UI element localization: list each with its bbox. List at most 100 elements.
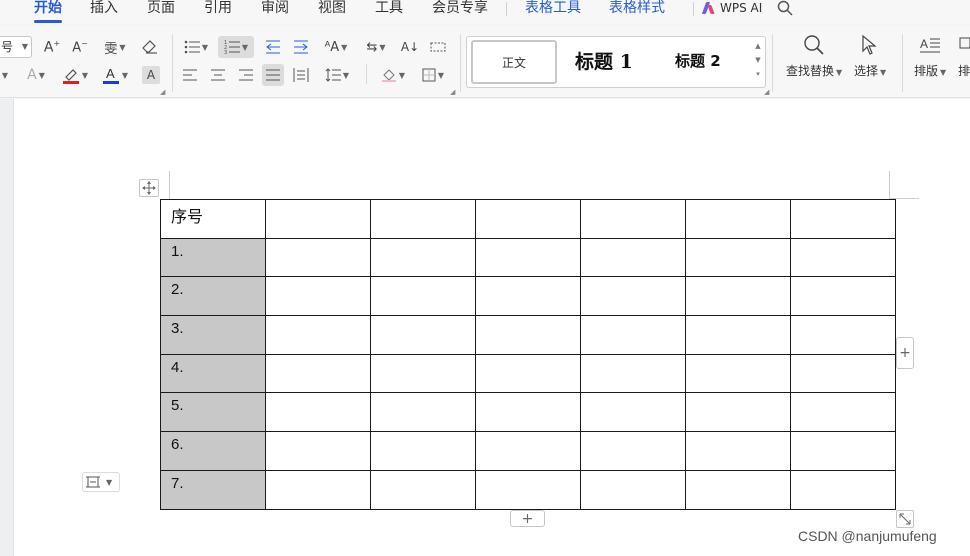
style-normal[interactable]: 正文: [471, 40, 557, 84]
text-direction-button[interactable]: ⇆ ▼: [362, 36, 390, 58]
table-cell[interactable]: [685, 199, 791, 239]
table-cell[interactable]: [685, 392, 791, 433]
table-cell[interactable]: [370, 276, 476, 317]
add-row-button[interactable]: +: [510, 510, 545, 527]
tab-insert[interactable]: 插入: [90, 0, 118, 24]
table-cell[interactable]: [580, 353, 686, 394]
table-cell[interactable]: [580, 469, 686, 510]
table-cell[interactable]: [580, 199, 686, 239]
char-shading-button[interactable]: A: [142, 66, 160, 84]
tab-page[interactable]: 页面: [147, 0, 175, 24]
arrange-button[interactable]: 排: [958, 34, 970, 79]
change-case-button[interactable]: ᴬA ▼: [320, 36, 352, 58]
increase-indent-button[interactable]: [292, 36, 310, 58]
tab-references[interactable]: 引用: [204, 0, 232, 24]
table-move-handle[interactable]: [139, 179, 159, 197]
clear-format-button[interactable]: [140, 36, 160, 58]
add-column-button[interactable]: +: [896, 337, 914, 369]
table-cell[interactable]: [370, 469, 476, 510]
tab-view[interactable]: 视图: [318, 0, 346, 24]
table-cell[interactable]: [265, 315, 371, 355]
table-cell[interactable]: [580, 431, 686, 471]
more-icon[interactable]: ▾: [753, 67, 763, 81]
font-dialog-launcher-icon[interactable]: ◢: [160, 88, 165, 96]
table-cell[interactable]: [790, 431, 896, 471]
styles-dialog-launcher-icon[interactable]: ◢: [764, 88, 769, 96]
table-cell[interactable]: [790, 315, 896, 355]
table-cell[interactable]: [370, 392, 476, 433]
data-table[interactable]: 序号 1. 2. 3. 4. 5. 6. 7.: [160, 199, 896, 510]
layout-button[interactable]: A 排版 ▼: [914, 34, 946, 79]
table-cell[interactable]: [580, 315, 686, 355]
align-center-button[interactable]: [210, 64, 226, 86]
table-cell[interactable]: [685, 237, 791, 278]
table-cell-number[interactable]: 6.: [160, 431, 266, 471]
table-cell-number[interactable]: 1.: [160, 237, 266, 278]
tab-member[interactable]: 会员专享: [432, 0, 488, 24]
distribute-button[interactable]: [292, 64, 310, 86]
table-cell[interactable]: [790, 353, 896, 394]
wps-ai-button[interactable]: WPS AI: [702, 0, 762, 16]
table-cell[interactable]: [685, 469, 791, 510]
table-cell[interactable]: [475, 469, 581, 510]
table-cell[interactable]: [790, 392, 896, 433]
font-size-select[interactable]: 号 ▼: [0, 36, 32, 58]
table-cell[interactable]: [475, 276, 581, 317]
highlight-button[interactable]: ▼: [60, 64, 90, 86]
numbered-list-button[interactable]: 1 2 3 ▼: [218, 36, 254, 58]
table-cell[interactable]: [580, 276, 686, 317]
show-marks-button[interactable]: [428, 36, 448, 58]
table-cell[interactable]: [265, 392, 371, 433]
paragraph-dialog-launcher-icon[interactable]: ◢: [450, 88, 455, 96]
table-cell-number[interactable]: 7.: [160, 469, 266, 510]
shading-button[interactable]: ▼: [378, 64, 408, 86]
chevron-up-icon[interactable]: ▲: [753, 39, 763, 53]
table-cell[interactable]: [475, 199, 581, 239]
table-cell[interactable]: [370, 199, 476, 239]
font-color-button[interactable]: A ▼: [100, 64, 130, 86]
table-cell[interactable]: 序号: [160, 199, 266, 239]
table-cell[interactable]: [475, 315, 581, 355]
table-cell[interactable]: [475, 237, 581, 278]
table-cell[interactable]: [790, 237, 896, 278]
font-options-caret[interactable]: ▼: [0, 64, 10, 86]
table-cell[interactable]: [265, 431, 371, 471]
borders-button[interactable]: ▼: [418, 64, 448, 86]
table-cell-number[interactable]: 3.: [160, 315, 266, 355]
table-cell[interactable]: [370, 315, 476, 355]
style-heading-2[interactable]: 标题 2: [675, 50, 721, 71]
find-replace-button[interactable]: 查找替换 ▼: [786, 34, 842, 79]
table-cell[interactable]: [790, 199, 896, 239]
table-cell[interactable]: [265, 199, 371, 239]
table-cell[interactable]: [475, 353, 581, 394]
table-cell[interactable]: [790, 469, 896, 510]
decrease-indent-button[interactable]: [264, 36, 282, 58]
align-left-button[interactable]: [182, 64, 198, 86]
table-cell[interactable]: [580, 392, 686, 433]
table-cell[interactable]: [370, 237, 476, 278]
table-cell[interactable]: [265, 353, 371, 394]
grow-font-button[interactable]: A+: [42, 36, 62, 58]
table-cell[interactable]: [475, 392, 581, 433]
table-cell[interactable]: [370, 353, 476, 394]
table-cell[interactable]: [685, 353, 791, 394]
table-cell[interactable]: [265, 276, 371, 317]
table-cell[interactable]: [580, 237, 686, 278]
sort-button[interactable]: A↓: [400, 36, 420, 58]
table-cell[interactable]: [685, 276, 791, 317]
table-cell[interactable]: [370, 431, 476, 471]
phonetic-guide-button[interactable]: 雯 ▼: [100, 36, 130, 58]
gallery-scroll[interactable]: ▲ ▼ ▾: [753, 39, 763, 81]
style-heading-1[interactable]: 标题 1: [575, 47, 633, 74]
tab-table-tools[interactable]: 表格工具: [525, 0, 581, 24]
table-properties-button[interactable]: ▼: [82, 472, 120, 492]
table-cell[interactable]: [685, 431, 791, 471]
search-icon[interactable]: [777, 0, 793, 20]
chevron-down-icon[interactable]: ▼: [753, 53, 763, 67]
table-cell-number[interactable]: 2.: [160, 276, 266, 317]
tab-review[interactable]: 审阅: [261, 0, 289, 24]
table-cell[interactable]: [475, 431, 581, 471]
table-cell[interactable]: [265, 237, 371, 278]
select-button[interactable]: 选择 ▼: [854, 34, 886, 79]
table-cell[interactable]: [685, 315, 791, 355]
